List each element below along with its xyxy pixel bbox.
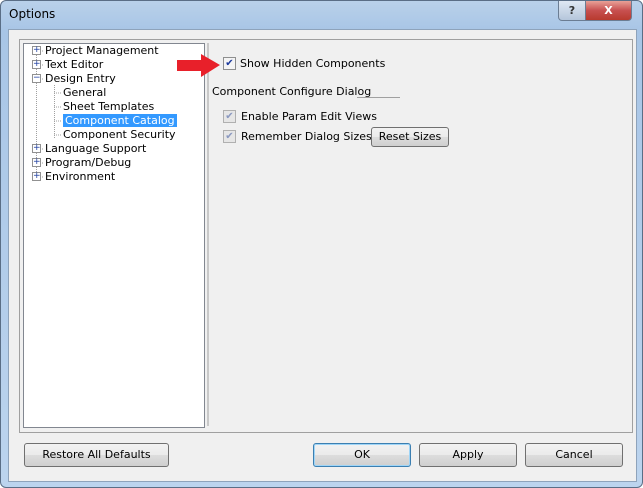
tree-item[interactable]: Design Entry — [45, 72, 116, 86]
enable-param-checkbox[interactable]: ✔ — [223, 110, 236, 123]
restore-defaults-button[interactable]: Restore All Defaults — [24, 443, 169, 467]
enable-param-label: Enable Param Edit Views — [241, 110, 377, 123]
tree-item-label: Component Catalog — [63, 114, 177, 127]
settings-panel: ✔ Show Hidden Components Component Confi… — [207, 43, 630, 426]
tree-item[interactable]: General — [63, 86, 106, 100]
tree-item-label: Environment — [45, 170, 116, 183]
show-hidden-label: Show Hidden Components — [240, 57, 386, 70]
apply-button[interactable]: Apply — [419, 443, 517, 467]
expand-icon[interactable]: + — [32, 172, 41, 181]
cancel-button[interactable]: Cancel — [525, 443, 623, 467]
tree-item-label: Sheet Templates — [63, 100, 155, 113]
ok-button[interactable]: OK — [313, 443, 411, 467]
tree-item[interactable]: Language Support — [45, 142, 146, 156]
client-area: Project Management + Text Editor + Design En… — [8, 29, 637, 482]
options-group: Project Management + Text Editor + Design En… — [19, 39, 633, 433]
close-button[interactable]: X — [585, 1, 632, 21]
options-tree[interactable]: Project Management + Text Editor + Design En… — [23, 43, 205, 428]
tree-item-label: Language Support — [45, 142, 147, 155]
show-hidden-checkbox[interactable]: ✔ — [223, 57, 236, 70]
remember-sizes-checkbox[interactable]: ✔ — [223, 130, 236, 143]
tree-item-label: Text Editor — [45, 58, 104, 71]
expand-icon[interactable]: + — [32, 46, 41, 55]
tree-item-label: General — [63, 86, 107, 99]
tree-item-label: Design Entry — [45, 72, 116, 85]
tree-item[interactable]: Project Management — [45, 44, 159, 58]
remember-sizes-label: Remember Dialog Sizes — [241, 130, 372, 143]
red-arrow-annotation-icon — [177, 54, 220, 77]
group-title: Component Configure Dialog — [212, 85, 372, 98]
tree-item-label: Program/Debug — [45, 156, 132, 169]
group-divider — [357, 97, 400, 98]
help-button[interactable]: ? — [558, 1, 586, 21]
tree-item[interactable]: Program/Debug — [45, 156, 131, 170]
tree-item-label: Component Security — [63, 128, 176, 141]
options-dialog: Options ? X Project Management + Text Edit… — [0, 0, 643, 488]
tree-item[interactable]: Sheet Templates — [63, 100, 154, 114]
tree-item[interactable]: Component Catalog — [63, 114, 177, 128]
tree-item[interactable]: Environment — [45, 170, 115, 184]
expand-icon[interactable]: + — [32, 144, 41, 153]
window-title: Options — [9, 7, 56, 21]
expand-icon[interactable]: + — [32, 158, 41, 167]
tree-item[interactable]: Component Security — [63, 128, 176, 142]
expand-icon[interactable]: + — [32, 60, 41, 69]
collapse-icon[interactable]: − — [32, 74, 41, 83]
tree-item[interactable]: Text Editor — [45, 58, 103, 72]
tree-item-label: Project Management — [45, 44, 159, 57]
reset-sizes-button[interactable]: Reset Sizes — [371, 127, 449, 147]
